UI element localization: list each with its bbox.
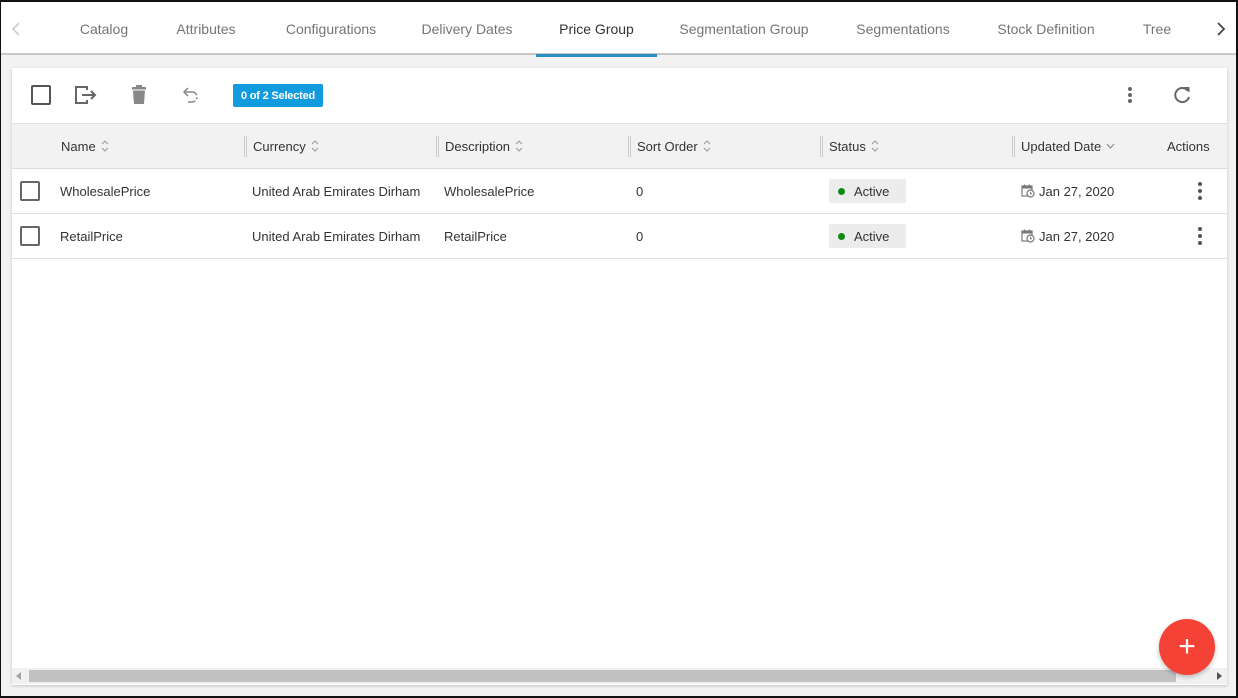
chevron-left-icon [11, 21, 20, 36]
column-label: Status [829, 138, 866, 154]
column-header-description[interactable]: Description [445, 124, 523, 168]
cell-currency: United Arab Emirates Dirham [252, 228, 421, 244]
row-actions-menu-button[interactable] [1190, 227, 1210, 245]
date-text: Jan 27, 2020 [1039, 183, 1115, 199]
column-header-actions: Actions [1167, 124, 1210, 168]
tab-delivery-dates[interactable]: Delivery Dates [411, 2, 523, 55]
select-all-button[interactable] [24, 80, 58, 110]
tab-price-group[interactable]: Price Group [536, 2, 657, 57]
column-header-status[interactable]: Status [829, 124, 879, 168]
cell-sort-order: 0 [636, 183, 644, 199]
scrollbar-thumb[interactable] [29, 670, 1176, 682]
trash-icon [132, 85, 146, 104]
tab-attributes[interactable]: Attributes [161, 2, 251, 55]
grid-toolbar: 0 of 2 Selected [12, 68, 1227, 123]
tab-stock-definition[interactable]: Stock Definition [985, 2, 1107, 55]
tab-catalog[interactable]: Catalog [63, 2, 145, 55]
table-row[interactable]: RetailPrice United Arab Emirates Dirham … [12, 214, 1227, 259]
column-resize-handle[interactable] [1012, 136, 1015, 157]
export-button[interactable] [69, 80, 103, 110]
tab-segmentation-group[interactable]: Segmentation Group [671, 2, 817, 55]
more-vert-icon [1128, 87, 1132, 103]
tab-tree[interactable]: Tree [1131, 2, 1183, 55]
row-checkbox[interactable] [20, 226, 40, 246]
add-price-group-button[interactable]: + [1159, 619, 1215, 675]
sort-icon [871, 140, 879, 152]
status-label: Active [854, 183, 890, 199]
column-resize-handle[interactable] [628, 136, 631, 157]
undo-icon [182, 87, 198, 103]
column-label: Currency [253, 138, 306, 154]
more-options-button[interactable] [1113, 80, 1147, 110]
plus-icon: + [1178, 630, 1196, 663]
selection-count-badge: 0 of 2 Selected [233, 84, 324, 107]
calendar-clock-icon [1021, 229, 1035, 243]
status-dot-icon [838, 232, 845, 240]
column-header-name[interactable]: Name [61, 124, 109, 168]
status-label: Active [854, 228, 890, 244]
column-label: Sort Order [637, 138, 698, 154]
column-header-updated-date[interactable]: Updated Date [1021, 124, 1115, 168]
column-header-sort-order[interactable]: Sort Order [637, 124, 711, 168]
scroll-left-arrow-icon[interactable] [16, 672, 21, 680]
column-resize-handle[interactable] [436, 136, 439, 157]
horizontal-scrollbar[interactable] [12, 668, 1227, 684]
sort-icon [311, 140, 319, 152]
tab-bar: Catalog Attributes Configurations Delive… [1, 2, 1236, 57]
calendar-clock-icon [1021, 184, 1035, 198]
sort-desc-icon [1106, 143, 1115, 149]
scroll-right-arrow-icon[interactable] [1217, 672, 1222, 680]
cell-description: WholesalePrice [444, 183, 535, 199]
chevron-right-icon [1217, 21, 1226, 36]
column-label: Updated Date [1021, 138, 1102, 154]
cell-name: RetailPrice [60, 228, 123, 244]
undo-button[interactable] [174, 80, 208, 110]
column-label: Name [61, 138, 96, 154]
column-label: Description [445, 138, 511, 154]
refresh-button[interactable] [1165, 80, 1199, 110]
cell-name: WholesalePrice [60, 183, 151, 199]
status-badge: Active [829, 179, 906, 203]
refresh-icon [1174, 87, 1190, 104]
column-resize-handle[interactable] [820, 136, 823, 157]
column-label: Actions [1167, 138, 1210, 154]
column-resize-handle[interactable] [244, 136, 247, 157]
date-text: Jan 27, 2020 [1039, 228, 1115, 244]
cell-updated-date: Jan 27, 2020 [1021, 214, 1114, 258]
table-row[interactable]: WholesalePrice United Arab Emirates Dirh… [12, 169, 1227, 214]
tabs-scroll-left-button[interactable] [2, 2, 30, 55]
tabs-scroll-right-button[interactable] [1207, 2, 1235, 55]
status-badge: Active [829, 224, 906, 248]
status-dot-icon [838, 187, 845, 195]
tab-configurations[interactable]: Configurations [269, 2, 393, 55]
row-actions-menu-button[interactable] [1190, 182, 1210, 200]
price-group-grid: 0 of 2 Selected Name Currency Descriptio… [12, 68, 1227, 685]
cell-description: RetailPrice [444, 228, 507, 244]
row-checkbox[interactable] [20, 181, 40, 201]
cell-sort-order: 0 [636, 228, 644, 244]
sort-icon [515, 140, 523, 152]
cell-currency: United Arab Emirates Dirham [252, 183, 421, 199]
table-header: Name Currency Description Sort Order Sta… [12, 123, 1227, 169]
cell-updated-date: Jan 27, 2020 [1021, 169, 1114, 213]
sort-icon [703, 140, 711, 152]
export-icon [75, 86, 97, 104]
checkbox-icon [31, 85, 51, 105]
sort-icon [101, 140, 109, 152]
column-header-currency[interactable]: Currency [253, 124, 319, 168]
tab-segmentations[interactable]: Segmentations [847, 2, 959, 55]
delete-button[interactable] [122, 80, 156, 110]
